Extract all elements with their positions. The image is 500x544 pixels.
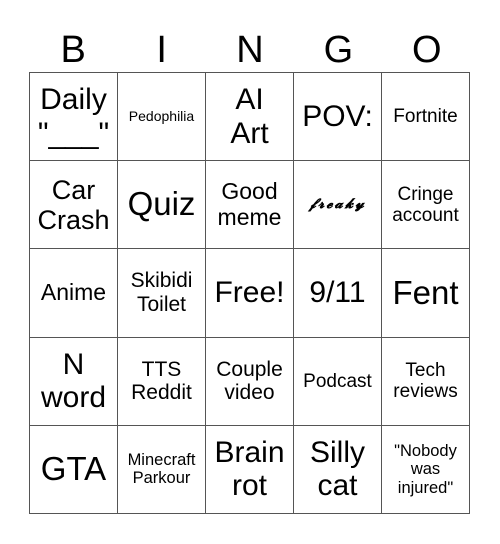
bingo-cell[interactable]: Fortnite: [382, 73, 470, 162]
bingo-cell[interactable]: Good meme: [206, 161, 294, 250]
header-letter-g: G: [323, 29, 354, 71]
bingo-cell[interactable]: POV:: [294, 73, 382, 162]
bingo-cell[interactable]: Silly cat: [294, 425, 382, 514]
header-letter-n: N: [236, 29, 264, 71]
bingo-cell[interactable]: "Nobody was injured": [382, 425, 470, 514]
bingo-cell[interactable]: Daily "___": [30, 73, 118, 162]
bingo-cell[interactable]: AI Art: [206, 73, 294, 162]
bingo-header: B I N G O: [29, 30, 471, 70]
bingo-grid: Daily "___" Pedophilia AI Art POV: Fortn…: [29, 72, 470, 514]
bingo-cell[interactable]: Brain rot: [206, 425, 294, 514]
bingo-cell[interactable]: Anime: [30, 249, 118, 338]
bingo-cell[interactable]: Cringe account: [382, 161, 470, 250]
bingo-cell[interactable]: N word: [30, 337, 118, 426]
bingo-cell[interactable]: Quiz: [118, 161, 206, 250]
header-letter-o: O: [412, 29, 442, 71]
bingo-cell[interactable]: Minecraft Parkour: [118, 425, 206, 514]
bingo-cell[interactable]: 9/11: [294, 249, 382, 338]
bingo-cell[interactable]: Skibidi Toilet: [118, 249, 206, 338]
bingo-cell[interactable]: Tech reviews: [382, 337, 470, 426]
header-letter-b: B: [60, 29, 86, 71]
bingo-cell[interactable]: Podcast: [294, 337, 382, 426]
bingo-cell-free[interactable]: Free!: [206, 249, 294, 338]
bingo-cell[interactable]: Fent: [382, 249, 470, 338]
bingo-cell[interactable]: TTS Reddit: [118, 337, 206, 426]
bingo-cell[interactable]: 𝓯𝓻𝓮𝓪𝓴𝔂: [294, 161, 382, 250]
bingo-cell[interactable]: Pedophilia: [118, 73, 206, 162]
header-letter-i: I: [156, 29, 167, 71]
bingo-cell[interactable]: Couple video: [206, 337, 294, 426]
bingo-cell[interactable]: GTA: [30, 425, 118, 514]
bingo-cell[interactable]: Car Crash: [30, 161, 118, 250]
